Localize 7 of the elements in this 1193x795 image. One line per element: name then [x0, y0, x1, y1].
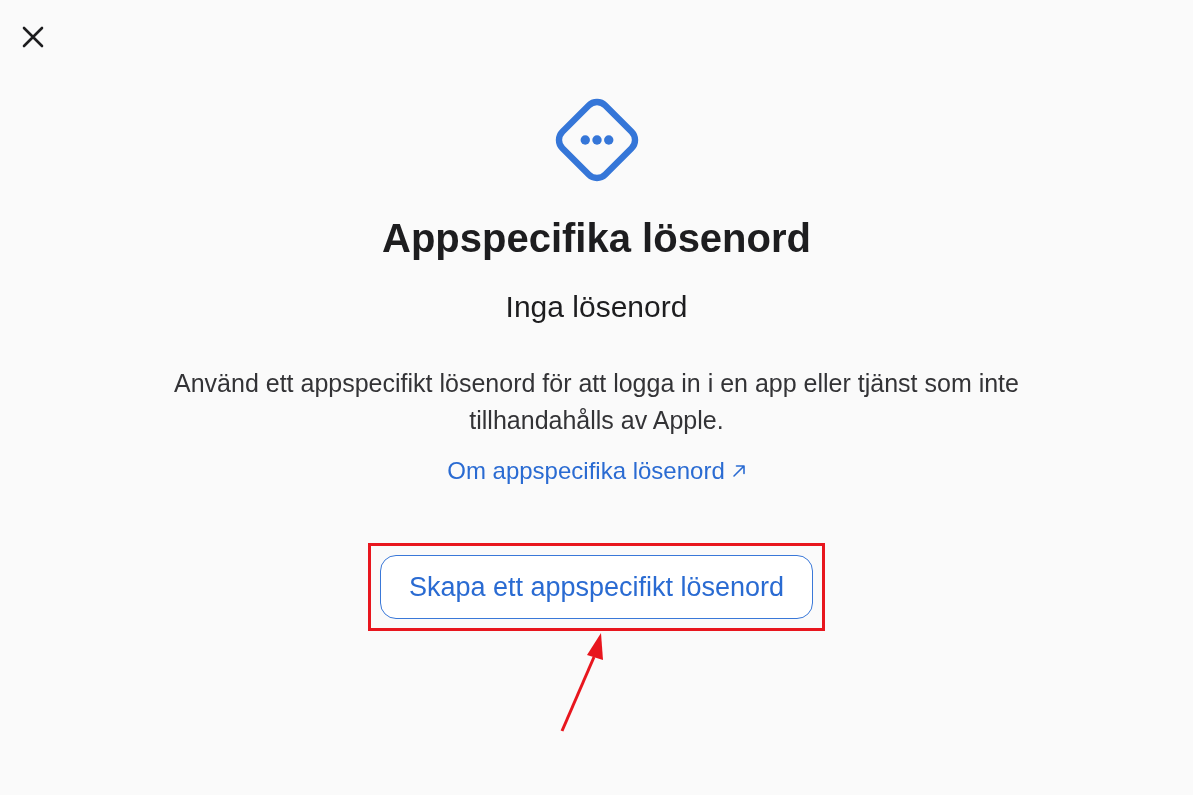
about-link[interactable]: Om appspecifika lösenord — [447, 457, 746, 485]
close-icon — [22, 26, 44, 48]
page-title: Appspecifika lösenord — [382, 215, 811, 262]
status-text: Inga lösenord — [505, 289, 688, 325]
create-password-button[interactable]: Skapa ett appspecifikt lösenord — [380, 555, 813, 619]
close-button[interactable] — [20, 24, 46, 50]
description-text: Använd ett appspecifikt lösenord för att logga in i en app eller tjänst som inte tillhandahålls av Apple. — [173, 368, 1020, 436]
